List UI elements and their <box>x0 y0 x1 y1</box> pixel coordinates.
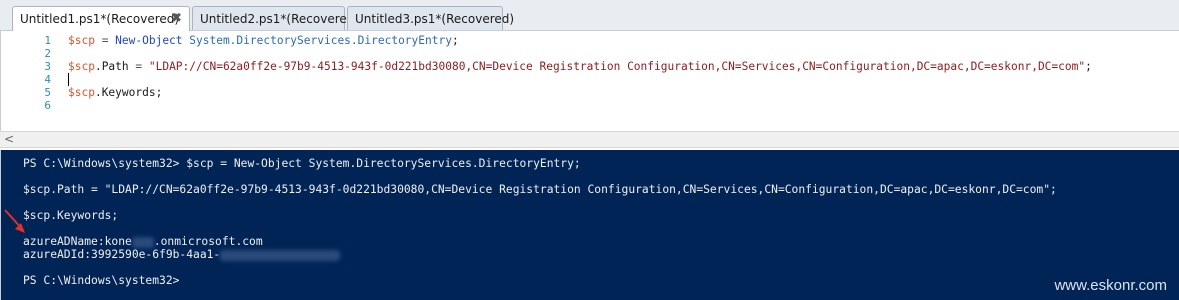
console-pane[interactable]: PS C:\Windows\system32> $scp = New-Objec… <box>0 150 1179 300</box>
output-text: .onmicrosoft.com <box>153 235 263 248</box>
tab-untitled1[interactable]: Untitled1.ps1*(Recovered) ✖ <box>12 6 190 31</box>
redacted-blur <box>220 249 341 261</box>
output-text: azureADId:3992590e-6f9b-4aa1- <box>23 248 221 261</box>
scroll-left-icon[interactable]: < <box>4 132 14 146</box>
watermark: www.eskonr.com <box>1054 277 1167 294</box>
variable-token: $scp <box>68 60 95 73</box>
tab-label: Untitled2.ps1*(Recovered) <box>200 12 360 26</box>
console-prompt: PS C:\Windows\system32> <box>23 274 180 287</box>
property-token: .Path <box>94 60 129 73</box>
tab-bar: Untitled1.ps1*(Recovered) ✖ Untitled2.ps… <box>0 0 1179 31</box>
variable-token: $scp <box>68 34 95 47</box>
tab-label: Untitled1.ps1*(Recovered) <box>20 12 180 26</box>
close-icon[interactable]: ✖ <box>171 11 182 26</box>
code-line-1: $scp = New-Object System.DirectoryServic… <box>68 34 459 47</box>
code-line-3: $scp.Path = "LDAP://CN=62a0ff2e-97b9-451… <box>68 60 1092 73</box>
line-number: 1 <box>44 34 51 47</box>
text-caret <box>68 73 69 86</box>
tab-untitled2[interactable]: Untitled2.ps1*(Recovered) <box>192 6 359 30</box>
string-token: "LDAP://CN=62a0ff2e-97b9-4513-943f-0d221… <box>148 60 1086 73</box>
console-line: $scp.Path = "LDAP://CN=62a0ff2e-97b9-451… <box>23 183 1057 196</box>
terminator-token: ; <box>1085 60 1092 73</box>
property-token: .Keywords <box>94 86 156 99</box>
type-token: System.DirectoryServices.DirectoryEntry <box>182 34 452 47</box>
line-number: 2 <box>44 47 51 60</box>
code-line-5: $scp.Keywords; <box>68 86 162 99</box>
command-token: New-Object <box>115 34 183 47</box>
variable-token: $scp <box>68 86 95 99</box>
horizontal-scrollbar[interactable]: < <box>0 131 1179 148</box>
redacted-blur <box>131 236 154 248</box>
line-number: 3 <box>44 60 51 73</box>
line-number: 6 <box>44 99 51 112</box>
line-number: 5 <box>44 86 51 99</box>
red-arrow-icon <box>4 209 25 233</box>
console-line: PS C:\Windows\system32> $scp = New-Objec… <box>23 157 581 170</box>
console-output-line: azureADId:3992590e-6f9b-4aa1- <box>23 248 341 261</box>
operator-token: = <box>94 34 116 47</box>
tab-untitled3[interactable]: Untitled3.ps1*(Recovered) <box>347 6 514 30</box>
tab-label: Untitled3.ps1*(Recovered) <box>355 12 515 26</box>
line-number: 4 <box>44 73 51 86</box>
operator-token: = <box>128 60 149 73</box>
script-editor[interactable]: 1 2 3 4 5 6 $scp = New-Object System.Dir… <box>0 31 1179 131</box>
terminator-token: ; <box>451 34 459 47</box>
terminator-token: ; <box>155 86 163 99</box>
